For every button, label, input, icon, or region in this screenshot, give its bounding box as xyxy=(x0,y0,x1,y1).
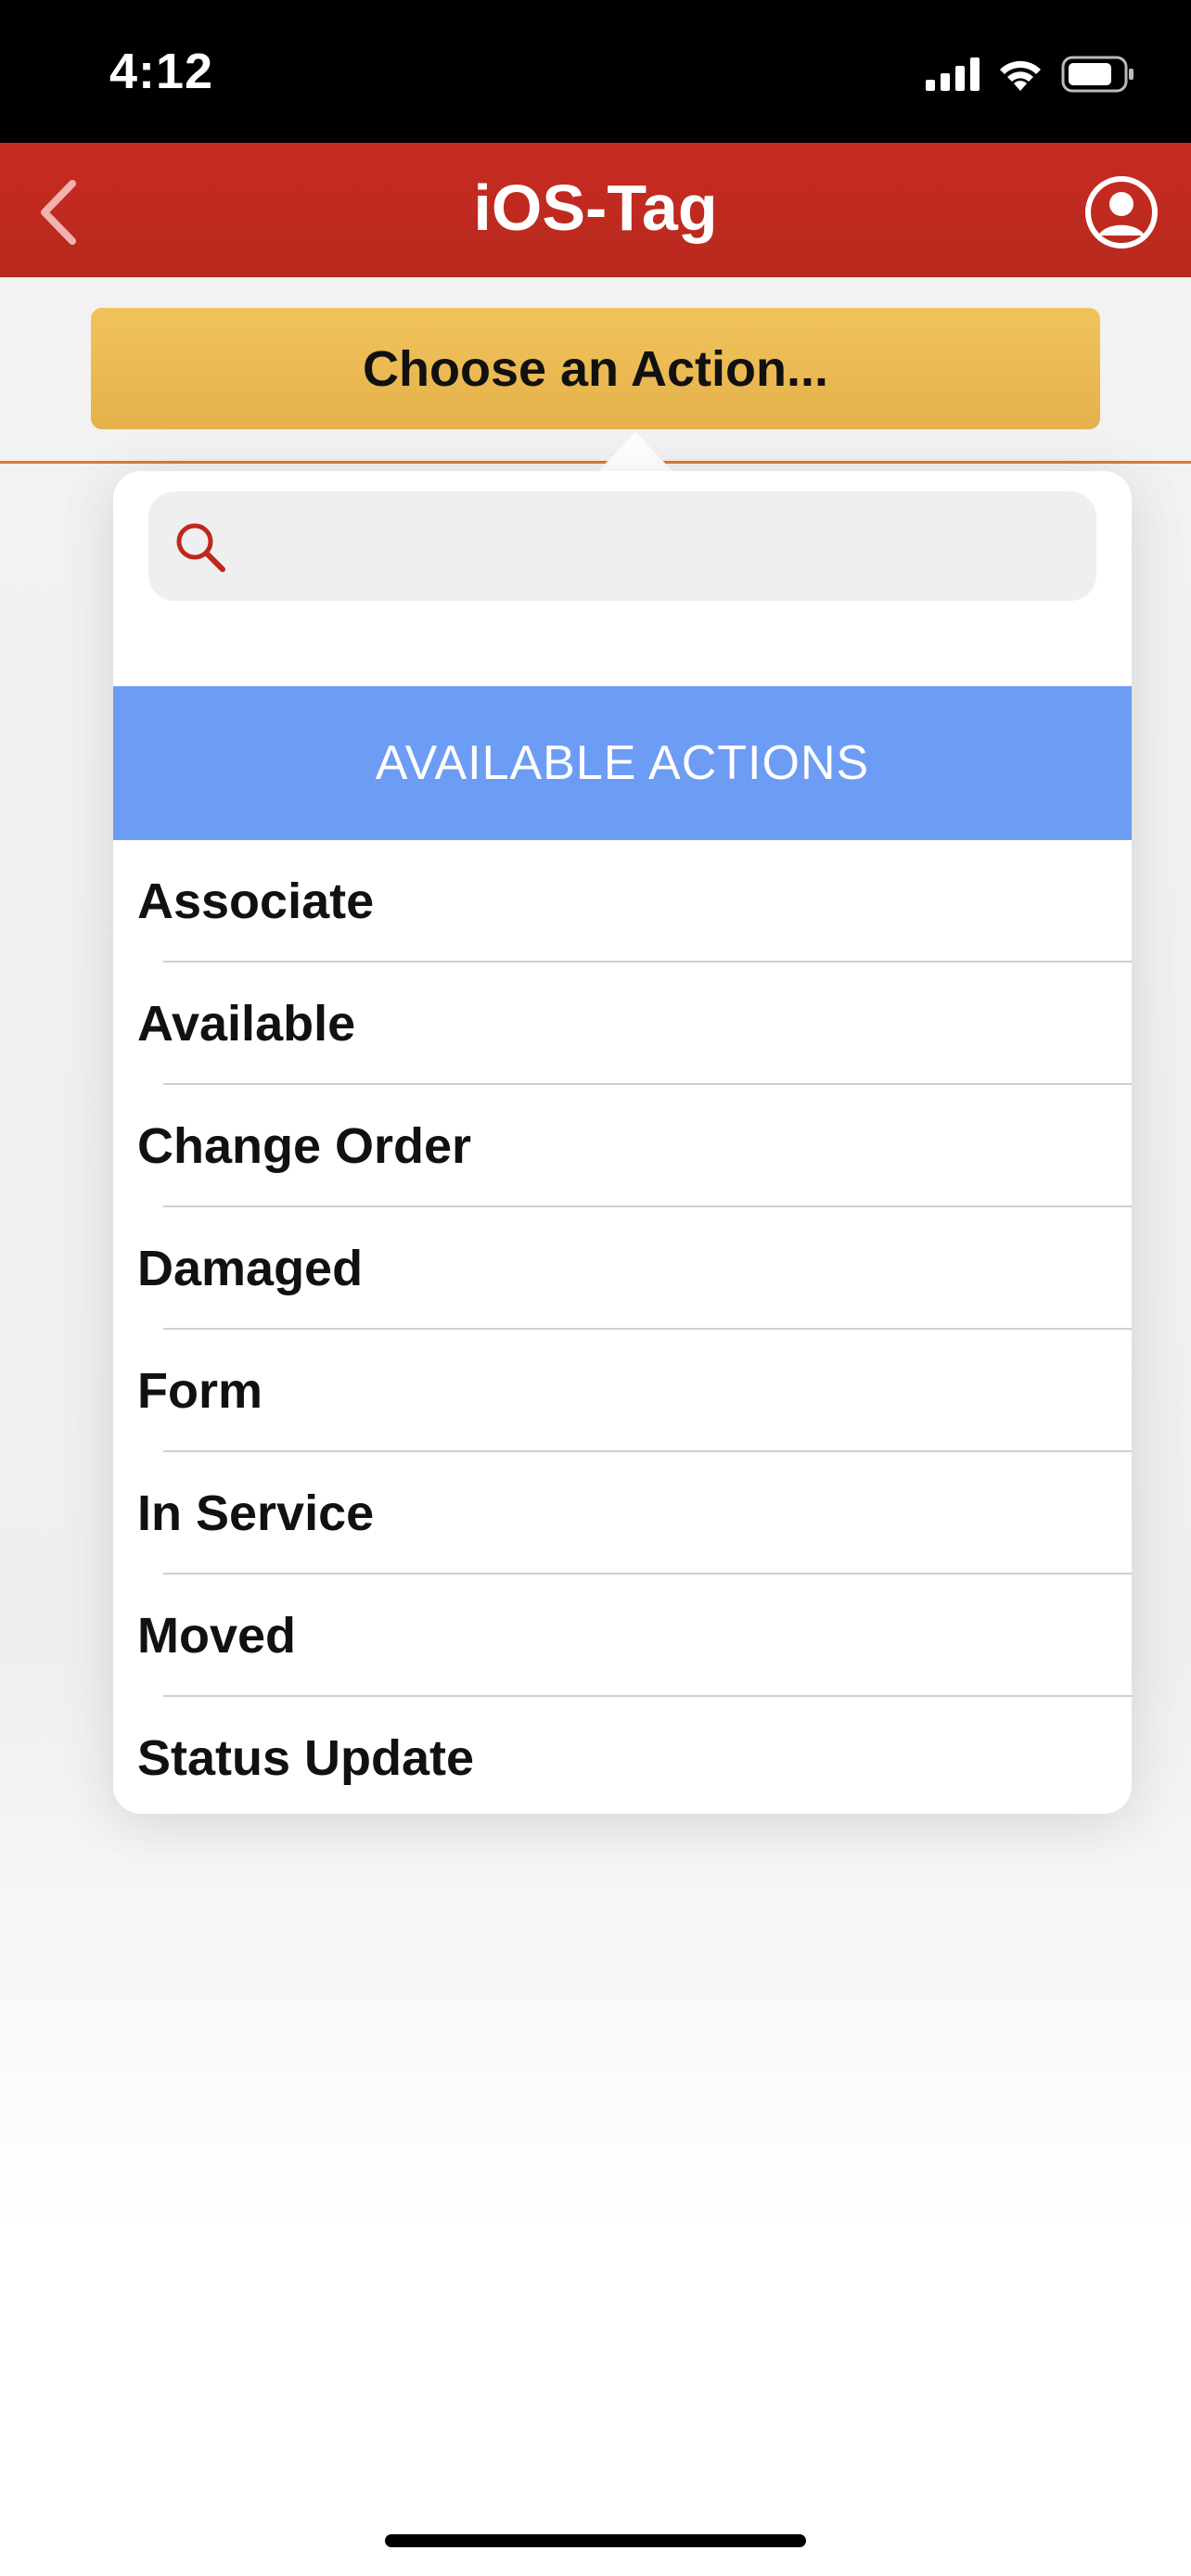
actions-popover: AVAILABLE ACTIONS Associate Available Ch… xyxy=(113,471,1132,1814)
status-icons xyxy=(926,54,1135,95)
action-item-in-service[interactable]: In Service xyxy=(113,1452,1132,1575)
battery-icon xyxy=(1061,56,1133,93)
available-actions-header: AVAILABLE ACTIONS xyxy=(113,686,1132,840)
status-time: 4:12 xyxy=(109,44,214,99)
page-title: iOS-Tag xyxy=(473,172,718,244)
status-bar: 4:12 xyxy=(0,0,1191,143)
action-item-moved[interactable]: Moved xyxy=(113,1575,1132,1697)
search-icon xyxy=(176,523,225,572)
popover-arrow xyxy=(596,432,674,473)
home-indicator[interactable] xyxy=(385,2534,806,2547)
cellular-signal-icon xyxy=(926,57,980,91)
wifi-icon xyxy=(1000,60,1041,91)
user-circle-icon xyxy=(1085,176,1158,249)
action-item-damaged[interactable]: Damaged xyxy=(113,1207,1132,1330)
choose-action-button[interactable]: Choose an Action... xyxy=(91,308,1100,429)
nav-bar: iOS-Tag xyxy=(0,143,1191,277)
action-item-available[interactable]: Available xyxy=(113,963,1132,1085)
action-item-change-order[interactable]: Change Order xyxy=(113,1085,1132,1207)
profile-button[interactable] xyxy=(1080,171,1163,254)
divider-line xyxy=(0,461,1191,464)
action-item-status-update[interactable]: Status Update xyxy=(113,1697,1132,1814)
action-item-form[interactable]: Form xyxy=(113,1330,1132,1452)
search-input[interactable] xyxy=(241,510,1080,584)
search-box[interactable] xyxy=(148,491,1096,601)
action-item-associate[interactable]: Associate xyxy=(113,840,1132,963)
action-list: Associate Available Change Order Damaged… xyxy=(113,840,1132,1814)
